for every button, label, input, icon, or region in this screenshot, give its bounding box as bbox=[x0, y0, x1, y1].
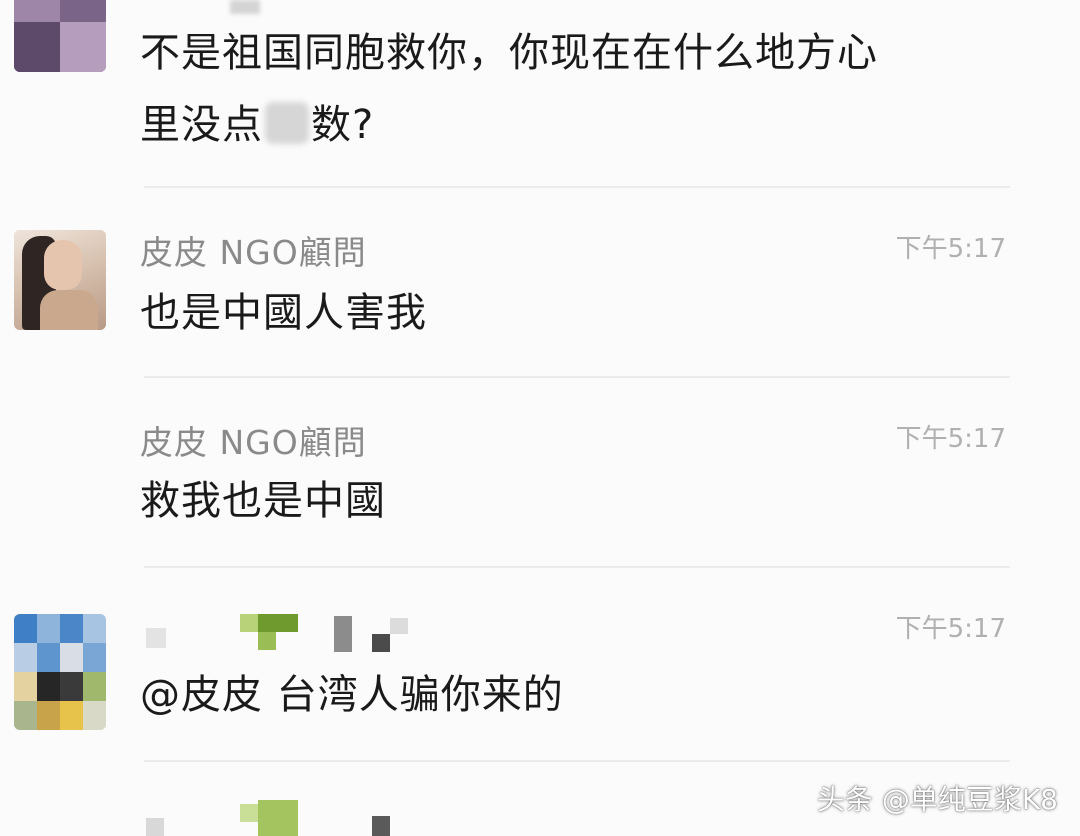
sender-name-censored bbox=[258, 800, 298, 836]
watermark: 头条 @单纯豆浆K8 bbox=[816, 783, 1058, 816]
message-divider bbox=[144, 760, 1010, 762]
message-time: 下午5:17 bbox=[895, 614, 1006, 644]
avatar-pixelated[interactable] bbox=[14, 0, 106, 72]
sender-name-censored bbox=[146, 628, 166, 648]
sender-name-censored bbox=[146, 818, 164, 836]
sender-name: 皮皮 NGO顧問 bbox=[140, 423, 367, 462]
avatar-photo[interactable] bbox=[14, 230, 106, 330]
message-text-line: 里没点 数? bbox=[140, 88, 374, 162]
name-blur bbox=[230, 0, 260, 14]
message-text: 也是中國人害我 bbox=[140, 290, 427, 336]
chat-message: 皮皮 NGO顧問 下午5:17 救我也是中國 bbox=[0, 380, 1080, 570]
sender-name-censored bbox=[240, 614, 258, 632]
message-text-part: 里没点 bbox=[140, 102, 263, 148]
chat-message: 皮皮 NGO顧問 下午5:17 也是中國人害我 bbox=[0, 190, 1080, 380]
message-text: 救我也是中國 bbox=[140, 478, 386, 524]
message-time: 下午5:17 bbox=[895, 234, 1006, 264]
message-divider bbox=[144, 566, 1010, 568]
sender-name-censored bbox=[372, 816, 390, 836]
sender-name-censored bbox=[390, 618, 408, 634]
chat-screen: 不是祖国同胞救你，你现在在什么地方心 里没点 数? 皮皮 NGO顧問 下午5:17… bbox=[0, 0, 1080, 836]
sender-name-censored bbox=[334, 616, 352, 652]
censored-word bbox=[265, 102, 309, 144]
message-text-part: 数? bbox=[311, 102, 375, 148]
message-divider bbox=[144, 376, 1010, 378]
message-text-line: 不是祖国同胞救你，你现在在什么地方心 bbox=[140, 30, 878, 76]
message-divider bbox=[144, 186, 1010, 188]
sender-name-censored bbox=[240, 804, 258, 822]
avatar-pixelated[interactable] bbox=[14, 614, 106, 730]
message-text: @皮皮 台湾人骗你来的 bbox=[140, 672, 564, 718]
sender-name-censored bbox=[372, 634, 390, 652]
message-time: 下午5:17 bbox=[895, 424, 1006, 454]
sender-name-censored bbox=[258, 614, 298, 632]
sender-name-censored bbox=[258, 632, 276, 650]
chat-message: 不是祖国同胞救你，你现在在什么地方心 里没点 数? bbox=[0, 0, 1080, 180]
sender-name: 皮皮 NGO顧問 bbox=[140, 233, 367, 272]
chat-message: 下午5:17 @皮皮 台湾人骗你来的 bbox=[0, 570, 1080, 770]
